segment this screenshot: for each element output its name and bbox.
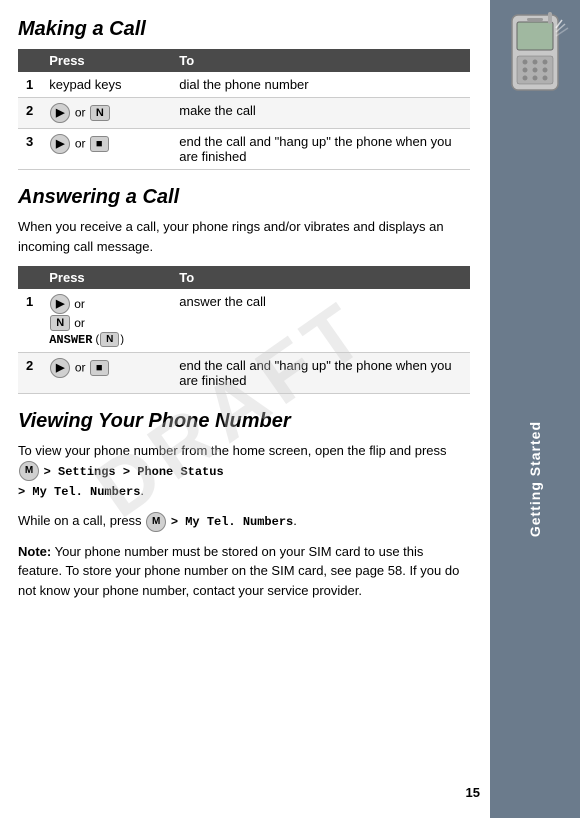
making-call-press-header: Press: [41, 49, 171, 72]
to-cell: end the call and "hang up" the phone whe…: [171, 353, 470, 394]
or-text3: or: [75, 360, 89, 374]
send-key-icon3: ▶: [50, 294, 70, 314]
press-cell: keypad keys: [41, 72, 171, 98]
viewing-para1: To view your phone number from the home …: [18, 441, 470, 501]
table-col-num: [18, 49, 41, 72]
send-key-icon4: ▶: [50, 358, 70, 378]
page-number: 15: [466, 785, 480, 800]
send-key-icon: ▶: [50, 103, 70, 123]
press-cell: ▶ or ■: [41, 129, 171, 170]
menu-key-icon2: M: [146, 512, 166, 532]
para2-before: While on a call, press: [18, 513, 142, 528]
answering-a-call-table: Press To 1 ▶ or N: [18, 266, 470, 394]
or-text: or: [75, 105, 89, 119]
press-cell-content: ▶ or N or ANSWER (N): [49, 294, 163, 347]
row-num: 2: [18, 98, 41, 129]
answer-line3: ANSWER (N): [49, 332, 163, 347]
or-label2: or: [74, 316, 85, 330]
para2-after: .: [293, 513, 297, 528]
to-cell: end the call and "hang up" the phone whe…: [171, 129, 470, 170]
viewing-para2: While on a call, press M > My Tel. Numbe…: [18, 511, 470, 532]
to-cell: make the call: [171, 98, 470, 129]
row-num: 1: [18, 289, 41, 353]
viewing-phone-number-title: Viewing Your Phone Number: [18, 410, 470, 433]
sidebar: Getting Started: [490, 0, 580, 818]
making-a-call-title: Making a Call: [18, 18, 470, 41]
para1-before: To view your phone number from the home …: [18, 443, 447, 458]
row-num: 3: [18, 129, 41, 170]
note-body: Your phone number must be stored on your…: [18, 544, 459, 598]
making-a-call-table: Press To 1 keypad keys dial the phone nu…: [18, 49, 470, 170]
to-cell: answer the call: [171, 289, 470, 353]
phone-illustration: [500, 10, 570, 120]
send-key-icon2: ▶: [50, 134, 70, 154]
press-cell: ▶ or ■: [41, 353, 171, 394]
sidebar-label: Getting Started: [527, 421, 543, 537]
main-content: Making a Call Press To 1 keypad keys dia…: [0, 0, 490, 628]
table-row: 3 ▶ or ■ end the call and "hang up" the …: [18, 129, 470, 170]
answering-call-to-header: To: [171, 266, 470, 289]
para1-after: .: [140, 483, 144, 498]
answer-line1: ▶ or: [49, 294, 163, 314]
answering-a-call-section: Answering a Call When you receive a call…: [18, 186, 470, 394]
table-col-num2: [18, 266, 41, 289]
para1-menu2: > My Tel. Numbers: [18, 485, 140, 499]
row-num: 1: [18, 72, 41, 98]
sidebar-text-container: Getting Started: [527, 140, 543, 818]
table-row: 2 ▶ or N make the call: [18, 98, 470, 129]
n-key-icon3: N: [100, 332, 119, 347]
note-label: Note:: [18, 544, 51, 559]
to-cell: dial the phone number: [171, 72, 470, 98]
note-paragraph: Note: Your phone number must be stored o…: [18, 542, 470, 601]
n-key-icon: N: [90, 105, 110, 121]
table-row: 2 ▶ or ■ end the call and "hang up" the …: [18, 353, 470, 394]
answering-a-call-title: Answering a Call: [18, 186, 470, 209]
row-num: 2: [18, 353, 41, 394]
para1-menu: > Settings > Phone Status: [44, 465, 224, 479]
n-key-icon2: N: [50, 315, 70, 331]
press-cell: ▶ or N or ANSWER (N): [41, 289, 171, 353]
table-row: 1 ▶ or N or ANSWER: [18, 289, 470, 353]
press-cell: ▶ or N: [41, 98, 171, 129]
answering-call-body: When you receive a call, your phone ring…: [18, 217, 470, 256]
end-key-icon2: ■: [90, 360, 109, 376]
para2-menu: > My Tel. Numbers: [171, 515, 293, 529]
viewing-phone-number-section: Viewing Your Phone Number To view your p…: [18, 410, 470, 600]
or-text2: or: [75, 136, 89, 150]
making-a-call-section: Making a Call Press To 1 keypad keys dia…: [18, 18, 470, 170]
table-row: 1 keypad keys dial the phone number: [18, 72, 470, 98]
answer-key-label: ANSWER: [49, 333, 92, 347]
menu-key-icon: M: [19, 461, 39, 481]
end-key-icon: ■: [90, 136, 109, 152]
or-label: or: [74, 297, 85, 311]
answering-call-press-header: Press: [41, 266, 171, 289]
answer-line2: N or: [49, 315, 163, 331]
answer-key-n: (N): [95, 332, 124, 347]
making-call-to-header: To: [171, 49, 470, 72]
